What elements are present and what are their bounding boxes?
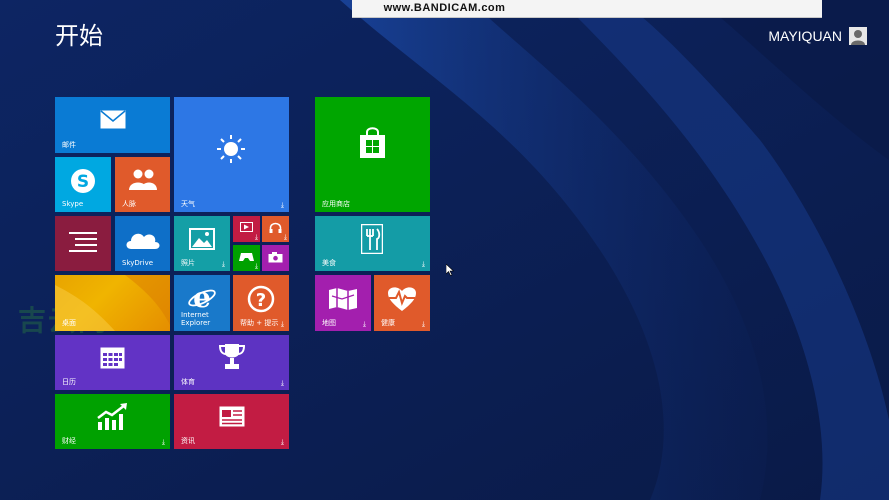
user-avatar-icon — [849, 27, 867, 45]
tile-label: 桌面 — [62, 319, 76, 327]
skype-icon: S — [71, 169, 95, 193]
tile-internet-explorer[interactable]: e Internet Explorer — [174, 275, 230, 331]
tile-label: 美食 — [322, 259, 336, 267]
svg-text:?: ? — [256, 290, 266, 311]
download-icon: ⤓ — [280, 438, 284, 446]
tile-label: 天气 — [181, 200, 195, 208]
people-icon — [129, 169, 157, 190]
tile-help-tips[interactable]: ? 帮助 + 提示 ⤓ — [233, 275, 289, 331]
calendar-icon — [100, 347, 125, 369]
download-icon: ⤓ — [280, 379, 284, 387]
cloud-icon — [126, 233, 160, 249]
question-icon: ? — [247, 285, 275, 313]
tile-photos[interactable]: 照片 ⤓ — [174, 216, 230, 271]
map-icon — [329, 288, 357, 310]
download-icon: ⤓ — [221, 260, 225, 268]
tile-desktop[interactable]: 桌面 — [55, 275, 170, 331]
download-icon: ⤓ — [421, 320, 425, 328]
tile-reading-list[interactable] — [55, 216, 111, 271]
recording-watermark: www.BANDICAM.com — [383, 2, 506, 14]
tile-label: 体育 — [181, 378, 195, 386]
trophy-icon — [218, 344, 246, 369]
tile-label: 健康 — [381, 319, 395, 327]
tile-mail[interactable]: 邮件 — [55, 97, 170, 153]
tile-calendar[interactable]: 日历 — [55, 335, 170, 390]
tile-label: 邮件 — [62, 141, 76, 149]
mail-icon — [100, 110, 126, 129]
tile-label: 资讯 — [181, 437, 195, 445]
tile-sports[interactable]: 体育 ⤓ — [174, 335, 289, 390]
tile-label: Skype — [62, 200, 84, 208]
tile-news[interactable]: 资讯 ⤓ — [174, 394, 289, 449]
tile-label: 日历 — [62, 378, 76, 386]
photo-icon — [189, 228, 215, 250]
tile-music[interactable]: ⤓ — [262, 216, 289, 242]
tile-label: 人脉 — [122, 200, 136, 208]
tile-label: SkyDrive — [122, 259, 154, 267]
game-controller-icon — [239, 253, 254, 261]
download-icon: ⤓ — [161, 438, 165, 446]
download-icon: ⤓ — [421, 260, 425, 268]
tile-label: 帮助 + 提示 — [240, 319, 279, 327]
tile-label: 照片 — [181, 259, 195, 267]
svg-text:e: e — [193, 283, 211, 311]
tile-finance[interactable]: 财经 ⤓ — [55, 394, 170, 449]
store-bag-icon — [360, 127, 385, 158]
tile-weather[interactable]: 天气 ⤓ — [174, 97, 289, 212]
sun-icon — [217, 135, 245, 163]
tile-label: 应用商店 — [322, 200, 350, 208]
fork-knife-icon — [361, 224, 383, 254]
tile-label: 财经 — [62, 437, 76, 445]
user-name: MAYIQUAN — [768, 28, 842, 44]
download-icon: ⤓ — [280, 201, 284, 209]
tile-label: 地图 — [322, 319, 336, 327]
mouse-cursor-icon — [446, 264, 454, 276]
tile-store[interactable]: 应用商店 — [315, 97, 430, 212]
tile-camera[interactable] — [262, 245, 289, 271]
download-icon: ⤓ — [254, 233, 258, 241]
tile-food[interactable]: 美食 ⤓ — [315, 216, 430, 271]
tile-label: Internet Explorer — [181, 311, 211, 327]
internet-explorer-icon: e — [188, 283, 216, 311]
reading-list-icon — [69, 232, 97, 252]
video-icon — [240, 222, 253, 232]
tile-games[interactable]: ⤓ — [233, 245, 260, 271]
download-icon: ⤓ — [254, 262, 258, 270]
tile-people[interactable]: 人脉 — [115, 157, 170, 212]
download-icon: ⤓ — [280, 320, 284, 328]
chart-up-icon — [97, 403, 127, 430]
newspaper-icon — [219, 406, 245, 427]
tile-skype[interactable]: S Skype — [55, 157, 111, 212]
page-title: 开始 — [55, 22, 103, 50]
download-icon: ⤓ — [362, 320, 366, 328]
tile-skydrive[interactable]: SkyDrive — [115, 216, 170, 271]
svg-text:S: S — [77, 172, 89, 192]
tile-video[interactable]: ⤓ — [233, 216, 260, 242]
heartbeat-icon — [388, 287, 416, 311]
headphones-icon — [269, 222, 282, 233]
camera-icon — [268, 252, 283, 263]
tile-maps[interactable]: 地图 ⤓ — [315, 275, 371, 331]
user-account[interactable]: MAYIQUAN — [768, 27, 867, 45]
tile-health[interactable]: 健康 ⤓ — [374, 275, 430, 331]
download-icon: ⤓ — [283, 233, 287, 241]
